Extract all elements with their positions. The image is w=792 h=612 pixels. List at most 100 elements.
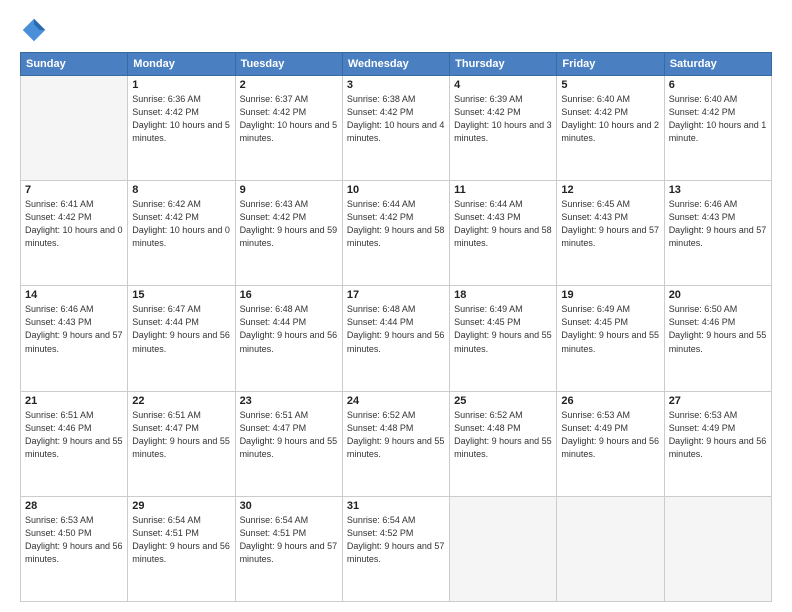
day-info: Sunrise: 6:44 AMSunset: 4:43 PMDaylight:… (454, 198, 552, 250)
day-header-friday: Friday (557, 53, 664, 76)
calendar-cell: 21 Sunrise: 6:51 AMSunset: 4:46 PMDayligh… (21, 391, 128, 496)
calendar-cell: 23 Sunrise: 6:51 AMSunset: 4:47 PMDayligh… (235, 391, 342, 496)
day-header-monday: Monday (128, 53, 235, 76)
day-number: 11 (454, 184, 552, 196)
day-header-sunday: Sunday (21, 53, 128, 76)
calendar-week-3: 21 Sunrise: 6:51 AMSunset: 4:46 PMDayligh… (21, 391, 772, 496)
calendar-cell: 13 Sunrise: 6:46 AMSunset: 4:43 PMDayligh… (664, 181, 771, 286)
calendar-cell: 29Sunrise: 6:54 AMSunset: 4:51 PMDayligh… (128, 496, 235, 601)
calendar-cell: 4 Sunrise: 6:39 AMSunset: 4:42 PMDaylight… (450, 76, 557, 181)
calendar-cell (21, 76, 128, 181)
day-info: Sunrise: 6:53 AMSunset: 4:50 PMDaylight:… (25, 514, 123, 566)
day-number: 28 (25, 500, 123, 512)
calendar-cell: 30 Sunrise: 6:54 AMSunset: 4:51 PMDayligh… (235, 496, 342, 601)
day-header-tuesday: Tuesday (235, 53, 342, 76)
day-number: 5 (561, 79, 659, 91)
day-number: 4 (454, 79, 552, 91)
calendar-cell: 1 Sunrise: 6:36 AMSunset: 4:42 PMDaylight… (128, 76, 235, 181)
calendar-cell (664, 496, 771, 601)
day-number: 20 (669, 289, 767, 301)
calendar-cell: 22 Sunrise: 6:51 AMSunset: 4:47 PMDayligh… (128, 391, 235, 496)
day-number: 17 (347, 289, 445, 301)
day-info: Sunrise: 6:52 AMSunset: 4:48 PMDaylight:… (347, 409, 445, 461)
day-info: Sunrise: 6:51 AMSunset: 4:47 PMDaylight:… (240, 409, 338, 461)
calendar-table: SundayMondayTuesdayWednesdayThursdayFrid… (20, 52, 772, 602)
calendar-cell: 16Sunrise: 6:48 AMSunset: 4:44 PMDayligh… (235, 286, 342, 391)
day-info: Sunrise: 6:50 AMSunset: 4:46 PMDaylight:… (669, 303, 767, 355)
day-number: 1 (132, 79, 230, 91)
calendar-cell: 25 Sunrise: 6:52 AMSunset: 4:48 PMDayligh… (450, 391, 557, 496)
calendar-cell: 3 Sunrise: 6:38 AMSunset: 4:42 PMDaylight… (342, 76, 449, 181)
calendar-header-row: SundayMondayTuesdayWednesdayThursdayFrid… (21, 53, 772, 76)
day-number: 18 (454, 289, 552, 301)
day-header-wednesday: Wednesday (342, 53, 449, 76)
calendar-cell (450, 496, 557, 601)
day-info: Sunrise: 6:54 AMSunset: 4:51 PMDaylight:… (240, 514, 338, 566)
day-info: Sunrise: 6:38 AMSunset: 4:42 PMDaylight:… (347, 93, 445, 145)
logo-icon (20, 16, 48, 44)
day-info: Sunrise: 6:41 AMSunset: 4:42 PMDaylight:… (25, 198, 123, 250)
calendar-cell: 24 Sunrise: 6:52 AMSunset: 4:48 PMDayligh… (342, 391, 449, 496)
day-info: Sunrise: 6:54 AMSunset: 4:52 PMDaylight:… (347, 514, 445, 566)
day-info: Sunrise: 6:46 AMSunset: 4:43 PMDaylight:… (25, 303, 123, 355)
day-info: Sunrise: 6:48 AMSunset: 4:44 PMDaylight:… (240, 303, 338, 355)
day-number: 22 (132, 395, 230, 407)
day-info: Sunrise: 6:51 AMSunset: 4:46 PMDaylight:… (25, 409, 123, 461)
day-number: 9 (240, 184, 338, 196)
calendar-week-1: 7 Sunrise: 6:41 AMSunset: 4:42 PMDaylight… (21, 181, 772, 286)
header (20, 16, 772, 44)
day-info: Sunrise: 6:49 AMSunset: 4:45 PMDaylight:… (561, 303, 659, 355)
day-info: Sunrise: 6:36 AMSunset: 4:42 PMDaylight:… (132, 93, 230, 145)
day-info: Sunrise: 6:48 AMSunset: 4:44 PMDaylight:… (347, 303, 445, 355)
calendar-cell (557, 496, 664, 601)
calendar-week-0: 1 Sunrise: 6:36 AMSunset: 4:42 PMDaylight… (21, 76, 772, 181)
day-info: Sunrise: 6:49 AMSunset: 4:45 PMDaylight:… (454, 303, 552, 355)
day-number: 26 (561, 395, 659, 407)
calendar-cell: 20 Sunrise: 6:50 AMSunset: 4:46 PMDayligh… (664, 286, 771, 391)
day-number: 15 (132, 289, 230, 301)
logo (20, 16, 52, 44)
calendar-cell: 5 Sunrise: 6:40 AMSunset: 4:42 PMDaylight… (557, 76, 664, 181)
day-number: 24 (347, 395, 445, 407)
calendar-cell: 2 Sunrise: 6:37 AMSunset: 4:42 PMDaylight… (235, 76, 342, 181)
day-info: Sunrise: 6:47 AMSunset: 4:44 PMDaylight:… (132, 303, 230, 355)
day-info: Sunrise: 6:51 AMSunset: 4:47 PMDaylight:… (132, 409, 230, 461)
day-number: 3 (347, 79, 445, 91)
calendar-week-2: 14 Sunrise: 6:46 AMSunset: 4:43 PMDayligh… (21, 286, 772, 391)
day-info: Sunrise: 6:45 AMSunset: 4:43 PMDaylight:… (561, 198, 659, 250)
day-info: Sunrise: 6:37 AMSunset: 4:42 PMDaylight:… (240, 93, 338, 145)
calendar-cell: 9Sunrise: 6:43 AMSunset: 4:42 PMDaylight… (235, 181, 342, 286)
day-info: Sunrise: 6:53 AMSunset: 4:49 PMDaylight:… (669, 409, 767, 461)
calendar-cell: 17 Sunrise: 6:48 AMSunset: 4:44 PMDayligh… (342, 286, 449, 391)
day-number: 13 (669, 184, 767, 196)
day-number: 7 (25, 184, 123, 196)
calendar-cell: 7 Sunrise: 6:41 AMSunset: 4:42 PMDaylight… (21, 181, 128, 286)
calendar-cell: 6 Sunrise: 6:40 AMSunset: 4:42 PMDaylight… (664, 76, 771, 181)
day-info: Sunrise: 6:46 AMSunset: 4:43 PMDaylight:… (669, 198, 767, 250)
day-info: Sunrise: 6:40 AMSunset: 4:42 PMDaylight:… (669, 93, 767, 145)
day-number: 19 (561, 289, 659, 301)
calendar-cell: 12 Sunrise: 6:45 AMSunset: 4:43 PMDayligh… (557, 181, 664, 286)
day-info: Sunrise: 6:53 AMSunset: 4:49 PMDaylight:… (561, 409, 659, 461)
day-number: 21 (25, 395, 123, 407)
day-info: Sunrise: 6:42 AMSunset: 4:42 PMDaylight:… (132, 198, 230, 250)
day-info: Sunrise: 6:39 AMSunset: 4:42 PMDaylight:… (454, 93, 552, 145)
day-number: 30 (240, 500, 338, 512)
calendar-cell: 28 Sunrise: 6:53 AMSunset: 4:50 PMDayligh… (21, 496, 128, 601)
day-number: 31 (347, 500, 445, 512)
day-number: 6 (669, 79, 767, 91)
day-number: 25 (454, 395, 552, 407)
day-number: 29 (132, 500, 230, 512)
day-info: Sunrise: 6:52 AMSunset: 4:48 PMDaylight:… (454, 409, 552, 461)
calendar-cell: 15 Sunrise: 6:47 AMSunset: 4:44 PMDayligh… (128, 286, 235, 391)
day-info: Sunrise: 6:40 AMSunset: 4:42 PMDaylight:… (561, 93, 659, 145)
day-number: 23 (240, 395, 338, 407)
calendar-cell: 14 Sunrise: 6:46 AMSunset: 4:43 PMDayligh… (21, 286, 128, 391)
day-header-saturday: Saturday (664, 53, 771, 76)
day-number: 2 (240, 79, 338, 91)
day-number: 14 (25, 289, 123, 301)
day-number: 27 (669, 395, 767, 407)
day-number: 12 (561, 184, 659, 196)
day-header-thursday: Thursday (450, 53, 557, 76)
day-info: Sunrise: 6:44 AMSunset: 4:42 PMDaylight:… (347, 198, 445, 250)
